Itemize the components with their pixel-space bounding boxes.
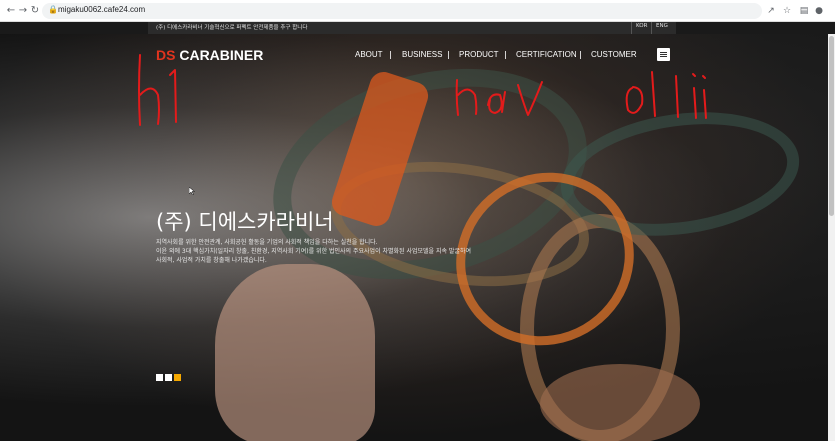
slide-indicator-dot[interactable] xyxy=(165,374,172,381)
announcement-bar: (주) 디에스카라비너 기술혁신으로 퍼펙트 안전제품을 추구 합니다 KOR … xyxy=(148,22,676,34)
slide-indicator-dot[interactable] xyxy=(156,374,163,381)
address-bar[interactable]: 🔒 migaku0062.cafe24.com xyxy=(42,3,762,19)
nav-item-product[interactable]: PRODUCT xyxy=(459,50,499,59)
logo-prefix: DS xyxy=(156,47,176,63)
hero-desc-line: 지역사회를 위한 안전관계, 사회공헌 활동을 기업의 사회적 책임을 다하는 … xyxy=(156,239,378,246)
share-icon[interactable]: ↗ xyxy=(764,4,778,18)
nav-divider xyxy=(448,51,449,59)
nav-divider xyxy=(390,51,391,59)
nav-divider xyxy=(580,51,581,59)
hand-shape xyxy=(215,264,375,441)
lang-kor-link[interactable]: KOR xyxy=(636,23,647,29)
mouse-cursor-icon xyxy=(189,187,195,195)
profile-icon[interactable]: ● xyxy=(812,4,826,18)
bookmark-star-icon[interactable]: ☆ xyxy=(780,4,794,18)
lock-icon: 🔒 xyxy=(48,5,58,14)
hero-description: 지역사회를 위한 안전관계, 사회공헌 활동을 기업의 사회적 책임을 다하는 … xyxy=(156,238,526,265)
browser-toolbar: ← → ↻ 🔒 migaku0062.cafe24.com ↗ ☆ ▤ ● xyxy=(0,0,835,22)
rope-coil-shape xyxy=(540,364,700,441)
nav-item-certification[interactable]: CERTIFICATION xyxy=(516,50,577,59)
nav-divider xyxy=(505,51,506,59)
scrollbar-thumb[interactable] xyxy=(829,36,834,216)
hero-desc-line: 이윤 외에 3대 핵심가치(일자리 창출, 친환경, 지역사회 기여)를 위한 … xyxy=(156,248,472,255)
nav-item-business[interactable]: BUSINESS xyxy=(402,50,442,59)
reload-icon[interactable]: ↻ xyxy=(28,4,42,18)
slide-indicator-dot[interactable] xyxy=(174,374,181,381)
divider xyxy=(631,22,632,34)
site-logo[interactable]: DS CARABINER xyxy=(156,47,263,63)
lang-eng-link[interactable]: ENG xyxy=(656,23,668,29)
sidepanel-icon[interactable]: ▤ xyxy=(797,4,811,18)
url-text: migaku0062.cafe24.com xyxy=(58,5,146,14)
divider xyxy=(651,22,652,34)
nav-item-customer[interactable]: CUSTOMER xyxy=(591,50,637,59)
hero-desc-line: 사회적, 사업적 가치를 창출해 나가겠습니다. xyxy=(156,257,267,264)
hamburger-menu-icon[interactable] xyxy=(657,48,670,61)
logo-name: CARABINER xyxy=(179,47,264,63)
nav-item-about[interactable]: ABOUT xyxy=(355,50,383,59)
page-scrollbar[interactable] xyxy=(828,34,835,441)
announcement-text: (주) 디에스카라비너 기술혁신으로 퍼펙트 안전제품을 추구 합니다 xyxy=(156,25,308,31)
hero-title: (주) 디에스카라비너 xyxy=(156,210,334,234)
